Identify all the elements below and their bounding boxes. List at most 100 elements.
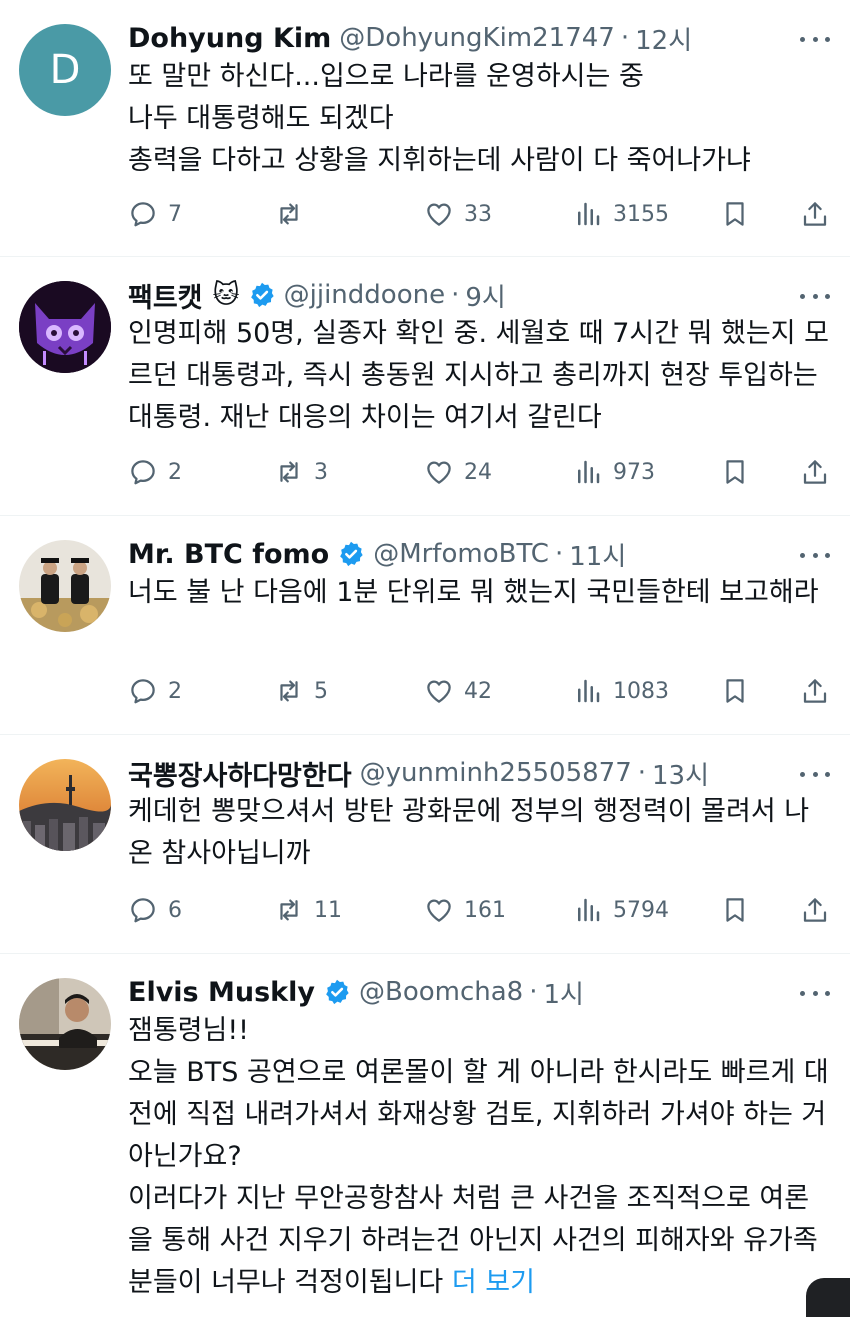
- repost-icon: [280, 203, 298, 225]
- avatar-image: [19, 540, 111, 632]
- verified-badge-icon: [323, 978, 351, 1006]
- views-icon: [578, 898, 600, 922]
- tweet-text: 케데헌 뽕맞으셔서 방탄 광화문에 정부의 행정력이 몰려서 나온 참사아닙니까: [128, 796, 810, 869]
- tweet-time[interactable]: 13시: [652, 755, 709, 792]
- tweet[interactable]: 국뽕장사하다망한다 @yunminh25505877 · 13시 케데헌 뽕맞으…: [0, 735, 850, 953]
- share-icon: [803, 202, 827, 226]
- reply-button[interactable]: 2: [128, 673, 182, 709]
- like-button[interactable]: 24: [424, 454, 492, 490]
- bookmark-button[interactable]: [720, 196, 750, 232]
- reply-count: 2: [168, 459, 182, 485]
- reply-count: 7: [168, 201, 182, 227]
- repost-button[interactable]: [274, 196, 314, 232]
- like-button[interactable]: 161: [424, 892, 506, 928]
- bookmark-icon: [726, 898, 744, 922]
- bookmark-icon: [726, 202, 744, 226]
- views-count: 973: [613, 459, 655, 485]
- views-count: 1083: [613, 678, 669, 704]
- more-icon[interactable]: [800, 988, 830, 998]
- more-icon[interactable]: [800, 769, 830, 779]
- repost-count: 5: [314, 678, 328, 704]
- repost-icon: [280, 899, 298, 921]
- avatar[interactable]: [19, 759, 111, 851]
- tweet[interactable]: Elvis Muskly @Boomcha8 · 1시 잼통령님!! 오늘 BT…: [0, 954, 850, 1317]
- tweet-text: 잼통령님!! 오늘 BTS 공연으로 여론몰이 할 게 아니라 한시라도 빠르게…: [128, 1010, 832, 1304]
- tweet-time[interactable]: 12시: [635, 20, 692, 57]
- share-button[interactable]: [800, 673, 830, 709]
- repost-button[interactable]: 5: [274, 673, 328, 709]
- bookmark-button[interactable]: [720, 454, 750, 490]
- repost-icon: [280, 461, 298, 483]
- author-handle[interactable]: @MrfomoBTC: [373, 539, 549, 569]
- repost-icon: [280, 680, 298, 702]
- reply-count: 2: [168, 678, 182, 704]
- verified-badge-icon: [248, 281, 276, 309]
- show-more-link[interactable]: 더 보기: [452, 1267, 535, 1298]
- avatar[interactable]: [19, 978, 111, 1070]
- repost-count: 3: [314, 459, 328, 485]
- like-button[interactable]: 33: [424, 196, 492, 232]
- author-name[interactable]: Dohyung Kim: [128, 23, 331, 54]
- like-icon: [427, 680, 451, 703]
- repost-button[interactable]: 3: [274, 454, 328, 490]
- like-count: 33: [464, 201, 492, 227]
- author-handle[interactable]: @DohyungKim21747: [339, 23, 615, 53]
- reply-icon: [131, 679, 155, 704]
- reply-button[interactable]: 6: [128, 892, 182, 928]
- repost-count: 11: [314, 897, 342, 923]
- author-handle[interactable]: @yunminh25505877: [360, 758, 632, 788]
- views-count: 5794: [613, 897, 669, 923]
- more-icon[interactable]: [800, 34, 830, 44]
- author-handle[interactable]: @Boomcha8: [359, 977, 523, 1007]
- action-bar: 2 5 42 1083: [128, 673, 833, 709]
- floating-button[interactable]: [806, 1278, 850, 1317]
- tweet-text: 너도 불 난 다음에 1분 단위로 뭐 했는지 국민들한테 보고해라: [128, 577, 819, 608]
- author-name[interactable]: Mr. BTC fomo: [128, 539, 329, 570]
- share-button[interactable]: [800, 454, 830, 490]
- tweet-text: 또 말만 하신다...입으로 나라를 운영하시는 중 나두 대통령해도 되겠다 …: [128, 61, 751, 176]
- tweet-text: 인명피해 50명, 실종자 확인 중. 세월호 때 7시간 뭐 했는지 모르던 …: [128, 318, 830, 433]
- like-icon: [427, 203, 451, 226]
- separator-dot: ·: [451, 280, 460, 310]
- views-button[interactable]: 973: [573, 454, 655, 490]
- bookmark-button[interactable]: [720, 673, 750, 709]
- tweet-text-content: 잼통령님!! 오늘 BTS 공연으로 여론몰이 할 게 아니라 한시라도 빠르게…: [128, 1015, 829, 1298]
- like-count: 24: [464, 459, 492, 485]
- author-name[interactable]: 국뽕장사하다망한다: [128, 754, 352, 793]
- tweet-time[interactable]: 1시: [544, 974, 584, 1011]
- author-name[interactable]: Elvis Muskly: [128, 977, 315, 1008]
- views-button[interactable]: 3155: [573, 196, 669, 232]
- like-button[interactable]: 42: [424, 673, 492, 709]
- views-button[interactable]: 1083: [573, 673, 669, 709]
- views-icon: [578, 679, 600, 703]
- avatar[interactable]: D: [19, 24, 111, 116]
- reply-count: 6: [168, 897, 182, 923]
- share-button[interactable]: [800, 892, 830, 928]
- share-icon: [803, 898, 827, 922]
- reply-button[interactable]: 2: [128, 454, 182, 490]
- tweet[interactable]: 팩트캣 🐱 @jjinddoone · 9시 인명피해 50명, 실종자 확인 …: [0, 257, 850, 515]
- share-icon: [803, 460, 827, 484]
- avatar[interactable]: [19, 540, 111, 632]
- reply-button[interactable]: 7: [128, 196, 182, 232]
- tweet-time[interactable]: 9시: [465, 277, 505, 314]
- tweet-time[interactable]: 11시: [569, 536, 626, 573]
- more-icon[interactable]: [800, 550, 830, 560]
- like-icon: [427, 899, 451, 922]
- more-icon[interactable]: [800, 291, 830, 301]
- views-icon: [578, 202, 600, 226]
- author-handle[interactable]: @jjinddoone: [284, 280, 445, 310]
- separator-dot: ·: [529, 977, 538, 1007]
- views-count: 3155: [613, 201, 669, 227]
- repost-button[interactable]: 11: [274, 892, 342, 928]
- bookmark-button[interactable]: [720, 892, 750, 928]
- separator-dot: ·: [620, 23, 630, 53]
- like-count: 161: [464, 897, 506, 923]
- avatar[interactable]: [19, 281, 111, 373]
- author-name[interactable]: 팩트캣: [128, 276, 203, 315]
- tweet[interactable]: Mr. BTC fomo @MrfomoBTC · 11시 너도 불 난 다음에…: [0, 516, 850, 734]
- views-button[interactable]: 5794: [573, 892, 669, 928]
- tweet[interactable]: D Dohyung Kim @DohyungKim21747 · 12시 또 말…: [0, 0, 850, 256]
- reply-icon: [131, 202, 155, 227]
- share-button[interactable]: [800, 196, 830, 232]
